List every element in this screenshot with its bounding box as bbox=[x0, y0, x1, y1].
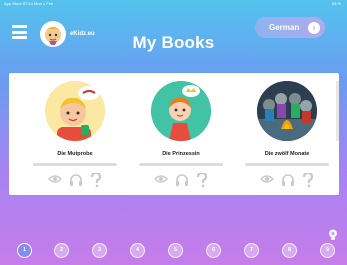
language-button[interactable]: German › bbox=[255, 17, 325, 38]
language-label: German bbox=[269, 23, 300, 32]
status-left: App Store 07:14 Mon 1 Feb bbox=[4, 1, 54, 6]
next-book-peek[interactable] bbox=[336, 81, 339, 141]
question-icon[interactable] bbox=[302, 173, 314, 188]
page-dot-4[interactable]: 4 bbox=[130, 243, 145, 258]
book-card[interactable]: Die Mutprobe bbox=[25, 81, 125, 188]
page-dot-2[interactable]: 2 bbox=[54, 243, 69, 258]
book-actions bbox=[237, 173, 337, 188]
question-icon[interactable] bbox=[196, 173, 208, 188]
lightbulb-icon[interactable] bbox=[328, 228, 338, 240]
page-dot-3[interactable]: 3 bbox=[92, 243, 107, 258]
book-title: Die Mutprobe bbox=[57, 151, 93, 157]
page-dot-9[interactable]: 9 bbox=[320, 243, 335, 258]
page-dot-1[interactable]: 1 bbox=[17, 243, 32, 258]
book-shelf: Die Mutprobe Die Prinzessin Die zwölf Mo… bbox=[9, 73, 339, 195]
book-actions bbox=[25, 173, 125, 188]
book-cover[interactable] bbox=[45, 81, 105, 141]
reading-progress-bar bbox=[139, 163, 223, 166]
question-icon[interactable] bbox=[90, 173, 102, 188]
eye-icon[interactable] bbox=[260, 173, 274, 185]
book-card[interactable]: Die zwölf Monate bbox=[237, 81, 337, 188]
page-dot-6[interactable]: 6 bbox=[206, 243, 221, 258]
reading-progress-bar bbox=[245, 163, 329, 166]
status-bar: App Store 07:14 Mon 1 Feb 54 % bbox=[0, 0, 347, 8]
page-dot-8[interactable]: 8 bbox=[282, 243, 297, 258]
eye-icon[interactable] bbox=[48, 173, 62, 185]
page-indicator: 1 2 3 4 5 6 7 8 9 bbox=[0, 243, 347, 259]
headphones-icon[interactable] bbox=[175, 173, 189, 187]
book-title: Die zwölf Monate bbox=[264, 151, 310, 157]
chevron-right-icon: › bbox=[308, 21, 320, 34]
page-dot-7[interactable]: 7 bbox=[244, 243, 259, 258]
book-cover[interactable] bbox=[257, 81, 317, 141]
reading-progress-bar bbox=[33, 163, 117, 166]
headphones-icon[interactable] bbox=[281, 173, 295, 187]
battery-status: 54 % bbox=[331, 1, 341, 6]
book-card[interactable]: Die Prinzessin bbox=[131, 81, 231, 188]
page-dot-5[interactable]: 5 bbox=[168, 243, 183, 258]
book-cover[interactable] bbox=[151, 81, 211, 141]
book-title: Die Prinzessin bbox=[162, 151, 200, 157]
book-actions bbox=[131, 173, 231, 188]
headphones-icon[interactable] bbox=[69, 173, 83, 187]
eye-icon[interactable] bbox=[154, 173, 168, 185]
